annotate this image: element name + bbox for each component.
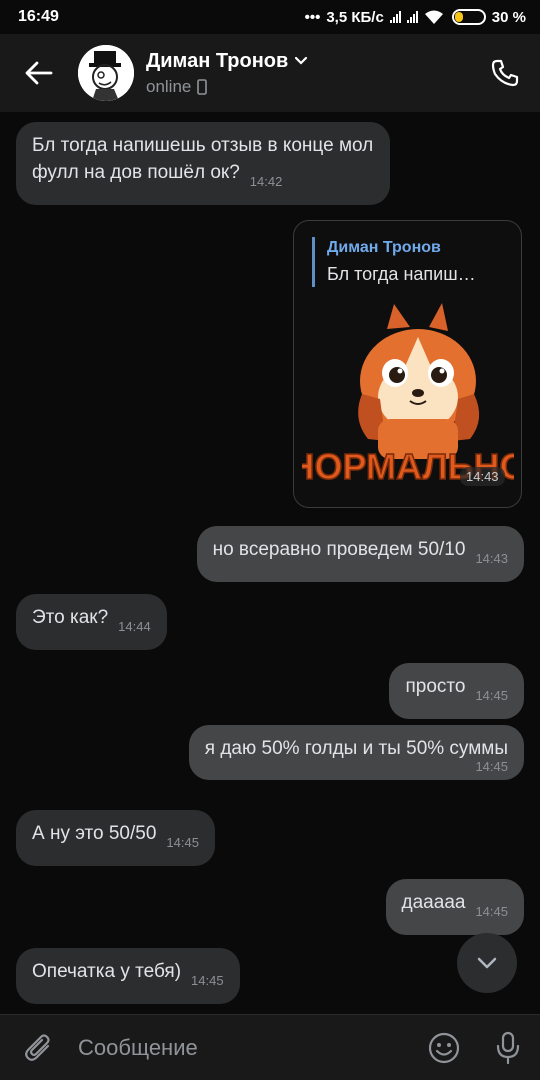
message-text: А ну это 50/50 <box>32 823 157 844</box>
reply-quote[interactable]: Диман Тронов Бл тогда напиш… <box>312 237 476 287</box>
message-time: 14:45 <box>191 973 224 988</box>
message-incoming[interactable]: Опечатка у тебя) 14:45 <box>16 948 240 1004</box>
signal-icon <box>389 11 401 23</box>
message-time: 14:45 <box>475 688 508 703</box>
wifi-icon <box>424 10 443 24</box>
battery-percent: 30 % <box>491 8 526 26</box>
message-text: я даю 50% голды и ты 50% суммы <box>204 738 508 759</box>
avatar[interactable] <box>78 45 134 101</box>
chat-header: Диман Тронов online <box>0 34 540 112</box>
chevron-down-icon <box>295 56 308 65</box>
paperclip-icon <box>25 1033 50 1061</box>
reply-text: Бл тогда напиш… <box>327 264 476 284</box>
smile-icon <box>428 1032 460 1063</box>
avatar-image <box>78 45 134 101</box>
back-arrow-icon <box>25 61 53 85</box>
message-text: но всеравно проведем 50/10 <box>212 539 466 560</box>
attach-button[interactable] <box>0 1032 78 1064</box>
message-time: 14:44 <box>118 619 151 634</box>
contact-info[interactable]: Диман Тронов online <box>146 50 470 97</box>
message-time: 14:43 <box>460 467 505 486</box>
battery-fill <box>454 12 464 22</box>
message-time: 14:45 <box>475 904 508 919</box>
network-speed: 3,5 КБ/с <box>326 8 384 26</box>
message-outgoing[interactable]: я даю 50% голды и ты 50% суммы 14:45 <box>188 725 524 780</box>
dots-icon: ••• <box>304 8 321 26</box>
message-time: 14:45 <box>475 759 508 774</box>
status-indicators: ••• 3,5 КБ/с 30 % <box>305 9 526 26</box>
message-text: Это как? <box>32 607 109 628</box>
squirrel-sticker-image: НОРМАЛЬНО <box>302 303 514 488</box>
message-text: дааааа <box>401 892 466 913</box>
message-outgoing[interactable]: но всеравно проведем 50/10 14:43 <box>196 526 524 582</box>
message-list[interactable]: Бл тогда напишешь отзыв в конце мол фулл… <box>0 112 540 1014</box>
contact-status-row: online <box>146 77 470 97</box>
message-text: Опечатка у тебя) <box>32 961 182 982</box>
message-text: Бл тогда напишешь отзыв в конце мол фулл… <box>32 135 374 183</box>
status-bar: 16:49 ••• 3,5 КБ/с 30 % <box>0 0 540 34</box>
message-incoming[interactable]: А ну это 50/50 14:45 <box>16 810 215 866</box>
emoji-button[interactable] <box>412 1032 476 1064</box>
message-text: просто <box>405 676 466 697</box>
message-time: 14:42 <box>249 174 283 189</box>
message-time: 14:45 <box>166 835 199 850</box>
chevron-down-icon <box>477 957 497 969</box>
message-composer <box>0 1014 540 1080</box>
contact-name: Диман Тронов <box>146 49 289 72</box>
message-outgoing[interactable]: дааааа 14:45 <box>385 879 524 935</box>
signal-2-icon <box>406 11 418 23</box>
scroll-down-button[interactable] <box>457 933 517 993</box>
contact-name-row: Диман Тронов <box>146 50 470 73</box>
status-time: 16:49 <box>18 8 59 25</box>
contact-status: online <box>146 76 192 96</box>
message-input[interactable] <box>78 1034 412 1061</box>
message-outgoing[interactable]: просто 14:45 <box>389 663 524 719</box>
microphone-icon <box>496 1031 520 1064</box>
battery-icon <box>451 9 486 25</box>
message-incoming[interactable]: Это как? 14:44 <box>16 594 167 650</box>
call-button[interactable] <box>470 34 540 112</box>
mobile-device-icon <box>197 78 208 95</box>
back-button[interactable] <box>0 34 78 112</box>
voice-message-button[interactable] <box>476 1031 540 1065</box>
phone-icon <box>491 59 519 87</box>
sticker-message[interactable]: Диман Тронов Бл тогда напиш… НОРМАЛЬНО 1… <box>293 220 522 508</box>
reply-author: Диман Тронов <box>327 239 441 256</box>
message-time: 14:43 <box>475 551 508 566</box>
message-incoming[interactable]: Бл тогда напишешь отзыв в конце мол фулл… <box>16 122 390 205</box>
